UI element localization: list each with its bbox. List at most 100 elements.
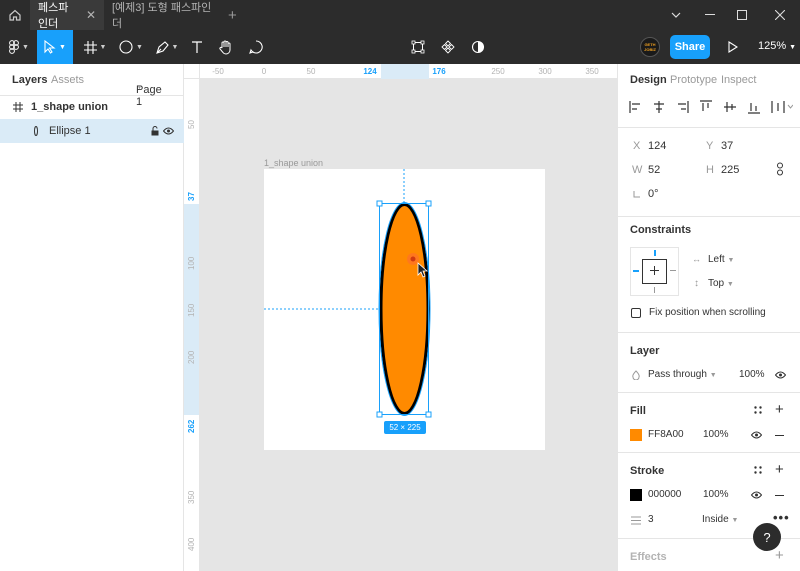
present-button[interactable] [724,30,742,64]
tab-example3[interactable]: [예제3] 도형 패스파인더 [104,0,224,30]
cursor-icon [44,40,56,54]
text-tool-button[interactable] [186,30,208,64]
pen-tool-button[interactable]: ▼ [150,30,184,64]
hand-tool-button[interactable] [214,30,238,64]
stroke-align-select[interactable]: Inside ▼ [702,514,738,525]
resize-handle[interactable] [425,200,432,207]
add-fill-icon[interactable]: + [775,401,784,418]
horizontal-constraint-icon: ↔ [692,254,701,264]
fix-position-checkbox[interactable] [631,308,641,318]
eye-icon[interactable] [751,431,762,439]
more-options-icon[interactable]: ••• [773,510,790,525]
constrain-proportions-icon[interactable] [776,162,784,176]
shape-tool-button[interactable]: ▼ [114,30,148,64]
ruler-top: -50 0 50 124 176 250 300 350 [200,64,617,79]
ruler-tick: 300 [538,67,552,76]
ellipse-1[interactable] [379,203,430,415]
window-close-icon[interactable] [760,0,800,30]
blend-mode-select[interactable]: Pass through ▼ [648,369,717,380]
component-edit-button[interactable] [408,30,428,64]
style-grid-icon[interactable] [754,406,762,414]
align-right-icon[interactable] [678,101,689,113]
vertical-constraint-select[interactable]: Top ▼ [708,278,734,289]
add-stroke-icon[interactable]: + [775,461,784,478]
x-input[interactable]: 124 [648,140,666,152]
resize-handle[interactable] [425,411,432,418]
fix-position-label: Fix position when scrolling [649,307,766,318]
eye-icon[interactable] [751,491,762,499]
blend-mode-icon [632,370,640,380]
stroke-color-swatch[interactable] [630,489,642,501]
ruler-tick: 100 [187,256,196,270]
chevron-down-icon: ▼ [136,84,143,91]
zoom-selector[interactable]: 125% ▼ [758,40,796,52]
chevron-down-icon: ▼ [731,517,739,524]
layer-row-ellipse[interactable]: Ellipse 1 [0,119,184,143]
fill-hex-input[interactable]: FF8A00 [648,429,684,440]
ellipse-icon [119,40,133,54]
w-input[interactable]: 52 [648,164,660,176]
new-tab-icon[interactable]: + [228,7,237,24]
horizontal-constraint-select[interactable]: Left ▼ [708,254,734,265]
home-icon[interactable] [0,0,30,30]
tab-design[interactable]: Design [630,74,667,86]
tab-layers[interactable]: Layers [12,74,47,86]
remove-stroke-icon[interactable] [775,495,784,496]
align-left-icon[interactable] [629,101,640,113]
ruler-tick: 124 [363,67,377,76]
h-input[interactable]: 225 [721,164,739,176]
layer-title: Layer [630,345,660,357]
horizontal-constraint-label: Left [708,254,725,265]
create-component-button[interactable] [438,30,458,64]
share-button[interactable]: Share [670,35,710,59]
layer-opacity-input[interactable]: 100% [739,369,765,380]
chevron-down-icon[interactable] [787,104,793,109]
resize-handle[interactable] [376,411,383,418]
eye-icon[interactable] [163,127,174,135]
y-input[interactable]: 37 [721,140,733,152]
avatar[interactable]: GETH JOBIZ [640,37,660,57]
chevron-down-icon: ▼ [59,43,66,51]
fill-color-swatch[interactable] [630,429,642,441]
tab-prototype[interactable]: Prototype [670,74,717,86]
align-top-icon[interactable] [700,100,712,111]
tab-inspect[interactable]: Inspect [721,74,756,86]
stroke-opacity-input[interactable]: 100% [703,489,729,500]
align-bottom-icon[interactable] [748,103,760,114]
constraint-widget[interactable] [630,247,679,296]
main-menu-button[interactable]: ▼ [2,30,36,64]
avatar-text: GETH JOBIZ [644,42,656,52]
add-effect-icon[interactable]: + [775,547,784,564]
eye-icon[interactable] [775,371,786,379]
frame-tool-button[interactable]: ▼ [78,30,112,64]
rotation-input[interactable]: 0° [648,188,659,200]
design-panel: Design Prototype Inspect X 124 Y 37 W 52… [617,64,800,571]
tab-pathfinder[interactable]: 페스파인더 ✕ [30,0,104,30]
move-tool-button[interactable]: ▼ [37,30,73,64]
frame-icon [83,40,97,54]
distribute-icon[interactable] [771,101,785,113]
close-icon[interactable]: ✕ [86,8,96,22]
layer-row-frame[interactable]: 1_shape union [0,95,184,119]
help-button[interactable]: ? [753,523,781,551]
style-grid-icon[interactable] [754,466,762,474]
resize-handle[interactable] [376,200,383,207]
unlock-icon[interactable] [151,126,159,136]
align-center-h-icon[interactable] [654,101,664,113]
fill-opacity-input[interactable]: 100% [703,429,729,440]
maximize-icon[interactable] [722,0,762,30]
play-icon [728,41,738,53]
ruler-tick: 0 [261,67,267,76]
layer-name: Ellipse 1 [49,125,91,137]
stroke-weight-input[interactable]: 3 [648,514,654,525]
remove-fill-icon[interactable] [775,435,784,436]
align-center-v-icon[interactable] [724,102,736,112]
canvas[interactable]: 1_shape union 52 × 225 [200,79,617,571]
contrast-icon [471,40,485,54]
ruler-corner [184,64,200,79]
stroke-hex-input[interactable]: 000000 [648,489,681,500]
tab-assets[interactable]: Assets [51,74,84,86]
x-label: X [633,140,641,152]
comment-tool-button[interactable] [244,30,268,64]
mask-button[interactable] [468,30,488,64]
